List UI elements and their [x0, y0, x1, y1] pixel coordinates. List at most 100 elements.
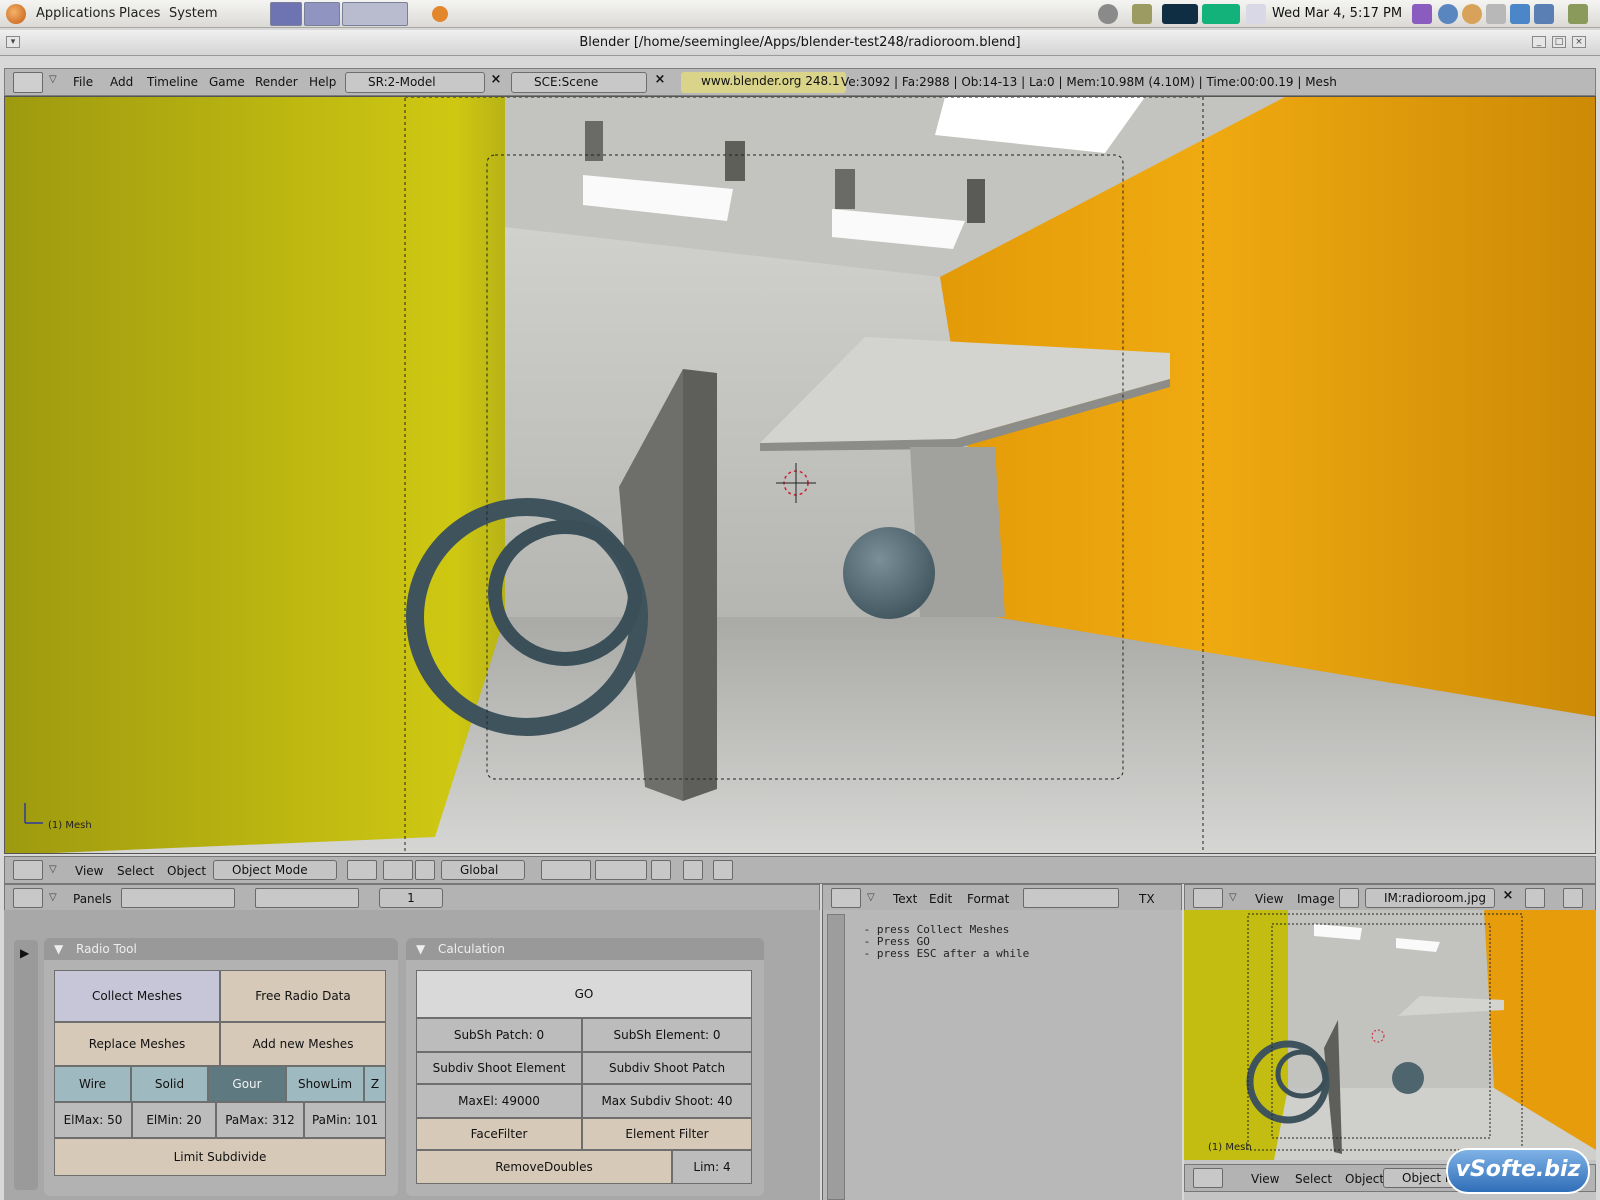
render-preview-icon[interactable] — [713, 860, 733, 880]
orientation-selector[interactable]: Global — [441, 860, 525, 880]
limit-subdivide-button[interactable]: Limit Subdivide — [54, 1138, 386, 1176]
text-content[interactable]: - press Collect Meshes - Press GO - pres… — [857, 924, 1030, 960]
image-bottom-object-menu[interactable]: Object — [1345, 1172, 1384, 1186]
text-editor[interactable]: - press Collect Meshes - Press GO - pres… — [822, 910, 1182, 1200]
website-link[interactable]: www.blender.org 248.1 — [681, 72, 846, 93]
add-icon[interactable] — [1193, 1168, 1223, 1188]
collapse-menu-icon[interactable]: ▽ — [49, 864, 57, 875]
add-new-meshes-button[interactable]: Add new Meshes — [220, 1022, 386, 1066]
menu-add[interactable]: Add — [110, 75, 133, 89]
menu-object[interactable]: Object — [167, 864, 206, 878]
go-button[interactable]: GO — [416, 970, 752, 1018]
text-window-type-icon[interactable] — [831, 888, 861, 908]
collapse-menu-icon[interactable]: ▽ — [1229, 892, 1237, 903]
showlim-button[interactable]: ShowLim — [286, 1066, 364, 1102]
menu-render[interactable]: Render — [255, 75, 298, 89]
manipulator-icon[interactable] — [415, 860, 435, 880]
element-filter-button[interactable]: Element Filter — [582, 1118, 752, 1150]
network-monitor-icon[interactable] — [1202, 4, 1240, 24]
free-radio-data-button[interactable]: Free Radio Data — [220, 970, 386, 1022]
subdiv-shoot-element-button[interactable]: Subdiv Shoot Element — [416, 1052, 582, 1084]
collapse-menu-icon[interactable]: ▽ — [49, 892, 57, 903]
gour-button[interactable]: Gour — [208, 1066, 286, 1102]
subsh-patch-field[interactable]: SubSh Patch: 0 — [416, 1018, 582, 1052]
blender-launcher-icon[interactable] — [270, 2, 302, 26]
edit-menu[interactable]: Edit — [929, 892, 952, 906]
screen-delete-icon[interactable]: × — [487, 72, 505, 93]
screen-selector[interactable]: SR:2-Model — [345, 72, 485, 93]
solid-button[interactable]: Solid — [131, 1066, 208, 1102]
display-icon[interactable] — [1534, 4, 1554, 24]
minimize-icon[interactable]: _ — [1532, 36, 1546, 48]
image-pack-icon[interactable] — [1525, 888, 1545, 908]
pamax-field[interactable]: PaMax: 312 — [216, 1102, 304, 1138]
image-paint-icon[interactable] — [1563, 888, 1583, 908]
3d-viewport[interactable]: (1) Mesh — [4, 96, 1596, 854]
proportional-edit-icon[interactable] — [683, 860, 703, 880]
draw-type-icon[interactable] — [347, 860, 377, 880]
layers-1-icon[interactable] — [541, 860, 591, 880]
speaker-icon[interactable] — [1098, 4, 1118, 24]
places-menu[interactable]: Places — [119, 6, 160, 21]
image-view-menu[interactable]: View — [1255, 892, 1283, 906]
elmin-field[interactable]: ElMin: 20 — [132, 1102, 216, 1138]
system-menu[interactable]: System — [169, 6, 217, 21]
image-menu[interactable]: Image — [1297, 892, 1335, 906]
text-options-icon[interactable] — [1023, 888, 1119, 908]
image-unlink-icon[interactable]: × — [1499, 888, 1517, 909]
maxel-field[interactable]: MaxEl: 49000 — [416, 1084, 582, 1118]
format-menu[interactable]: Format — [967, 892, 1009, 906]
printer-icon[interactable] — [1486, 4, 1506, 24]
calendar-icon[interactable] — [1246, 4, 1266, 24]
elmax-field[interactable]: ElMax: 50 — [54, 1102, 132, 1138]
menu-help[interactable]: Help — [309, 75, 336, 89]
menu-timeline[interactable]: Timeline — [147, 75, 198, 89]
mode-selector[interactable]: Object Mode — [213, 860, 337, 880]
collapse-menu-icon[interactable]: ▽ — [867, 892, 875, 903]
image-bottom-select-menu[interactable]: Select — [1295, 1172, 1332, 1186]
text-scrollbar[interactable] — [827, 914, 845, 1200]
close-icon[interactable]: × — [1572, 36, 1586, 48]
wire-button[interactable]: Wire — [54, 1066, 131, 1102]
panel-tab-strip[interactable] — [14, 940, 38, 1190]
image-selector[interactable]: IM:radioroom.jpg — [1365, 888, 1495, 908]
play-icon[interactable]: ▶ — [20, 946, 29, 960]
image-window-type-icon[interactable] — [1193, 888, 1223, 908]
lock-icon[interactable] — [651, 860, 671, 880]
frame-number[interactable]: 1 — [379, 888, 443, 908]
search-icon[interactable] — [1462, 4, 1482, 24]
blender-tray-icon[interactable] — [432, 6, 448, 22]
window-titlebar[interactable]: ▾ Blender [/home/seeminglee/Apps/blender… — [0, 30, 1600, 56]
collapse-menu-icon[interactable]: ▽ — [49, 74, 57, 85]
subdiv-shoot-patch-button[interactable]: Subdiv Shoot Patch — [582, 1052, 752, 1084]
menu-view[interactable]: View — [75, 864, 103, 878]
text-block-selector[interactable]: TX — [1139, 892, 1155, 906]
pamin-field[interactable]: PaMin: 101 — [304, 1102, 386, 1138]
window-switcher-icon[interactable] — [304, 2, 340, 26]
z-button[interactable]: Z — [364, 1066, 386, 1102]
collect-meshes-button[interactable]: Collect Meshes — [54, 970, 220, 1022]
buttons-window-type-icon[interactable] — [13, 888, 43, 908]
image-editor[interactable]: (1) Mesh View Select Object Object M vSo… — [1184, 910, 1596, 1200]
view3d-window-type-icon[interactable] — [13, 860, 43, 880]
panels-menu[interactable]: Panels — [73, 892, 112, 906]
pin-icon[interactable] — [1339, 888, 1359, 908]
calculation-header[interactable]: Calculation — [406, 938, 764, 960]
max-subdiv-shoot-field[interactable]: Max Subdiv Shoot: 40 — [582, 1084, 752, 1118]
removedoubles-button[interactable]: RemoveDoubles — [416, 1150, 672, 1184]
menu-file[interactable]: File — [73, 75, 93, 89]
system-monitor-icon[interactable] — [1162, 4, 1198, 24]
scene-selector[interactable]: SCE:Scene — [511, 72, 647, 93]
pivot-icon[interactable] — [383, 860, 413, 880]
preferences-icon[interactable] — [1412, 4, 1432, 24]
edit-icon[interactable] — [1568, 4, 1588, 24]
text-menu[interactable]: Text — [893, 892, 917, 906]
layers-2-icon[interactable] — [595, 860, 647, 880]
collapse-triangle-icon[interactable]: ▼ — [54, 942, 63, 956]
menu-game[interactable]: Game — [209, 75, 245, 89]
replace-meshes-button[interactable]: Replace Meshes — [54, 1022, 220, 1066]
workspace-switcher-icon[interactable] — [342, 2, 408, 26]
trash-icon[interactable] — [1132, 4, 1152, 24]
maximize-icon[interactable]: □ — [1552, 36, 1566, 48]
radio-tool-header[interactable]: Radio Tool — [44, 938, 398, 960]
